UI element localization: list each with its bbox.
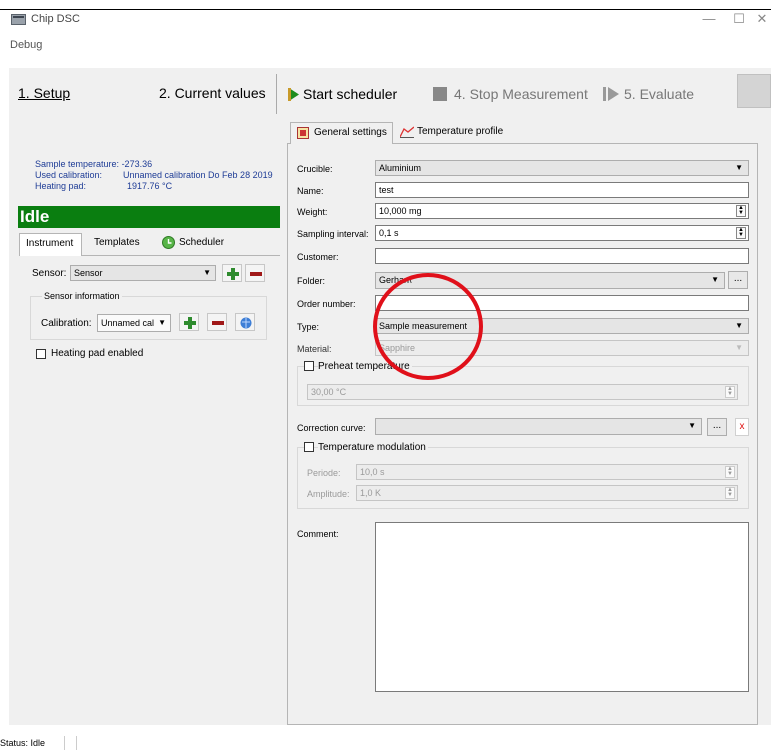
- correction-browse-button[interactable]: ...: [707, 418, 727, 436]
- close-button[interactable]: ✕: [752, 10, 771, 28]
- amplitude-input: 1,0 K ▲ ▼: [356, 485, 738, 501]
- periode-label: Periode:: [307, 468, 341, 478]
- preheat-checkbox[interactable]: [304, 361, 314, 371]
- material-label: Material:: [297, 344, 332, 354]
- customer-input[interactable]: [375, 248, 749, 264]
- weight-label: Weight:: [297, 207, 328, 217]
- modulation-checkbox[interactable]: [304, 442, 314, 452]
- settings-doc-icon: [297, 127, 309, 139]
- chart-icon: [400, 126, 414, 138]
- heating-pad-enabled-label: Heating pad enabled: [51, 348, 144, 359]
- add-calibration-button[interactable]: [179, 313, 199, 331]
- window-top-border: [0, 9, 771, 10]
- remove-sensor-button[interactable]: [245, 264, 265, 282]
- calibration-info-button[interactable]: [235, 313, 255, 331]
- crucible-label: Crucible:: [297, 164, 333, 174]
- chevron-down-icon: ▼: [735, 321, 743, 330]
- chevron-down-icon: ▼: [711, 275, 719, 284]
- preheat-temperature-input: 30,00 °C ▲ ▼: [307, 384, 738, 400]
- sensor-select[interactable]: Sensor ▼: [70, 265, 216, 281]
- heating-pad-checkbox[interactable]: [36, 349, 46, 359]
- status-divider: [76, 736, 77, 750]
- sampling-interval-input[interactable]: 0,1 s ▲ ▼: [375, 225, 749, 241]
- folder-browse-button[interactable]: ...: [728, 271, 748, 289]
- evaluate-icon: [603, 87, 619, 101]
- order-number-label: Order number:: [297, 299, 356, 309]
- crucible-select[interactable]: Aluminium ▼: [375, 160, 749, 176]
- status-divider: [64, 736, 65, 750]
- app-icon: [11, 14, 26, 25]
- start-scheduler-button[interactable]: Start scheduler: [303, 86, 397, 102]
- spinner-icon: ▲ ▼: [725, 386, 735, 398]
- highlight-circle: [373, 273, 483, 380]
- globe-icon: [240, 317, 252, 329]
- tab-instrument[interactable]: Instrument: [19, 233, 82, 256]
- sensor-label: Sensor:: [32, 268, 67, 279]
- stop-measurement-button[interactable]: 4. Stop Measurement: [454, 86, 588, 102]
- comment-textarea[interactable]: [375, 522, 749, 692]
- spinner-icon: ▲ ▼: [725, 466, 735, 478]
- sensor-info-title: Sensor information: [42, 291, 122, 301]
- status-banner: Idle: [18, 206, 280, 228]
- type-label: Type:: [297, 322, 320, 332]
- tab-scheduler[interactable]: Scheduler: [157, 233, 230, 255]
- play-icon: [288, 88, 299, 101]
- customer-label: Customer:: [297, 252, 339, 262]
- name-input[interactable]: test: [375, 182, 749, 198]
- remove-calibration-button[interactable]: [207, 313, 227, 331]
- chevron-down-icon: ▼: [735, 163, 743, 172]
- workflow-toolbar: 1. Setup 2. Current values Start schedul…: [9, 68, 771, 120]
- spinner-icon[interactable]: ▲ ▼: [736, 227, 746, 239]
- clear-correction-button[interactable]: x: [735, 418, 749, 436]
- add-sensor-button[interactable]: [222, 264, 242, 282]
- sampling-interval-label: Sampling interval:: [297, 229, 369, 239]
- calibration-select[interactable]: Unnamed cal ▼: [97, 314, 171, 332]
- weight-input[interactable]: 10,000 mg ▲ ▼: [375, 203, 749, 219]
- clock-icon: [162, 236, 175, 249]
- current-values-step[interactable]: 2. Current values: [159, 85, 266, 101]
- modulation-label: Temperature modulation: [318, 442, 428, 453]
- used-calibration-row: Used calibration: Unnamed calibration Do …: [35, 170, 273, 180]
- maximize-button[interactable]: ☐: [724, 10, 754, 28]
- periode-input: 10,0 s ▲ ▼: [356, 464, 738, 480]
- correction-curve-label: Correction curve:: [297, 423, 366, 433]
- menu-debug[interactable]: Debug: [10, 39, 42, 51]
- name-label: Name:: [297, 186, 324, 196]
- calibration-label: Calibration:: [41, 318, 92, 329]
- amplitude-label: Amplitude:: [307, 489, 350, 499]
- tab-general-settings[interactable]: General settings: [290, 122, 393, 144]
- sample-temperature-row: Sample temperature: -273.36: [35, 159, 153, 169]
- chevron-down-icon: ▼: [203, 268, 211, 277]
- stop-icon: [433, 87, 447, 101]
- tab-temperature-profile[interactable]: Temperature profile: [395, 122, 508, 143]
- chevron-down-icon: ▼: [688, 421, 696, 430]
- folder-label: Folder:: [297, 276, 326, 286]
- status-bar-text: Status: Idle: [0, 738, 46, 748]
- comment-label: Comment:: [297, 529, 339, 539]
- minimize-button[interactable]: —: [694, 10, 724, 28]
- chevron-down-icon: ▼: [158, 318, 166, 327]
- window-title: Chip DSC: [31, 13, 80, 25]
- setup-step-link[interactable]: 1. Setup: [18, 85, 70, 101]
- toolbar-divider: [276, 74, 277, 114]
- toolbar-extra-button[interactable]: [737, 74, 771, 108]
- tab-templates[interactable]: Templates: [88, 233, 146, 255]
- correction-curve-select[interactable]: ▼: [375, 418, 702, 435]
- chevron-down-icon: ▼: [735, 343, 743, 352]
- heating-pad-row: Heating pad: 1917.76 °C: [35, 181, 173, 191]
- evaluate-button[interactable]: 5. Evaluate: [624, 86, 694, 102]
- spinner-icon[interactable]: ▲ ▼: [736, 205, 746, 217]
- spinner-icon: ▲ ▼: [725, 487, 735, 499]
